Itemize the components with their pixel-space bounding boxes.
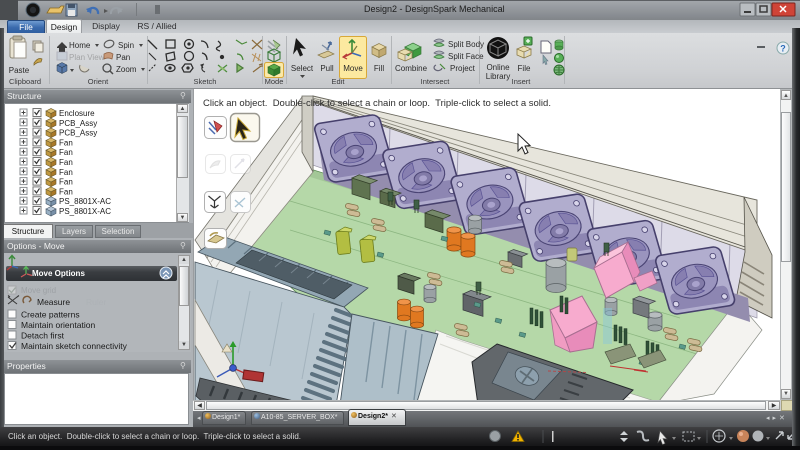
svg-text:Plan View: Plan View: [69, 53, 105, 62]
svg-text:Fan: Fan: [59, 138, 73, 147]
svg-text:Split Body: Split Body: [448, 40, 484, 49]
svg-text:Ruler: Ruler: [86, 297, 106, 307]
svg-text:Detach first: Detach first: [21, 331, 65, 341]
svg-text:Home: Home: [69, 41, 91, 50]
svg-text:Library: Library: [486, 72, 510, 81]
svg-text:Fan: Fan: [59, 187, 73, 196]
svg-text:Combine: Combine: [395, 64, 428, 73]
svg-text:Move grid: Move grid: [21, 286, 56, 295]
svg-text:PS_8801X-AC: PS_8801X-AC: [59, 197, 111, 206]
svg-text:File: File: [518, 64, 531, 73]
svg-text:Maintain orientation: Maintain orientation: [21, 320, 95, 330]
svg-text:Sketch: Sketch: [194, 77, 217, 86]
svg-text:Intersect: Intersect: [421, 77, 451, 86]
svg-text:Online: Online: [486, 63, 510, 72]
svg-text:PCB_Assy: PCB_Assy: [59, 119, 97, 128]
svg-text:PS_8801X-AC: PS_8801X-AC: [59, 207, 111, 216]
svg-text:Paste: Paste: [9, 66, 30, 75]
svg-text:Clipboard: Clipboard: [9, 77, 41, 86]
svg-text:Maintain sketch connectivity: Maintain sketch connectivity: [21, 341, 128, 351]
svg-text:?: ?: [780, 44, 786, 54]
svg-text:Insert: Insert: [512, 77, 532, 86]
svg-text:Project: Project: [450, 64, 476, 73]
svg-text:Pan: Pan: [116, 53, 130, 62]
svg-text:Fill: Fill: [374, 64, 384, 73]
svg-text:Create patterns: Create patterns: [21, 310, 80, 320]
svg-text:Spin: Spin: [118, 41, 134, 50]
svg-text:Select: Select: [291, 64, 314, 73]
svg-text:Measure: Measure: [37, 297, 70, 307]
svg-text:Fan: Fan: [59, 158, 73, 167]
svg-text:PCB_Assy: PCB_Assy: [59, 129, 97, 138]
svg-text:Mode: Mode: [265, 77, 284, 86]
svg-text:Fan: Fan: [59, 178, 73, 187]
svg-text:Move: Move: [343, 64, 363, 73]
svg-text:Enclosure: Enclosure: [59, 109, 95, 118]
svg-text:Pull: Pull: [320, 64, 334, 73]
svg-text:Orient: Orient: [88, 77, 109, 86]
svg-text:Split Face: Split Face: [448, 52, 484, 61]
svg-text:Fan: Fan: [59, 168, 73, 177]
svg-text:Zoom: Zoom: [116, 65, 137, 74]
svg-text:Fan: Fan: [59, 148, 73, 157]
